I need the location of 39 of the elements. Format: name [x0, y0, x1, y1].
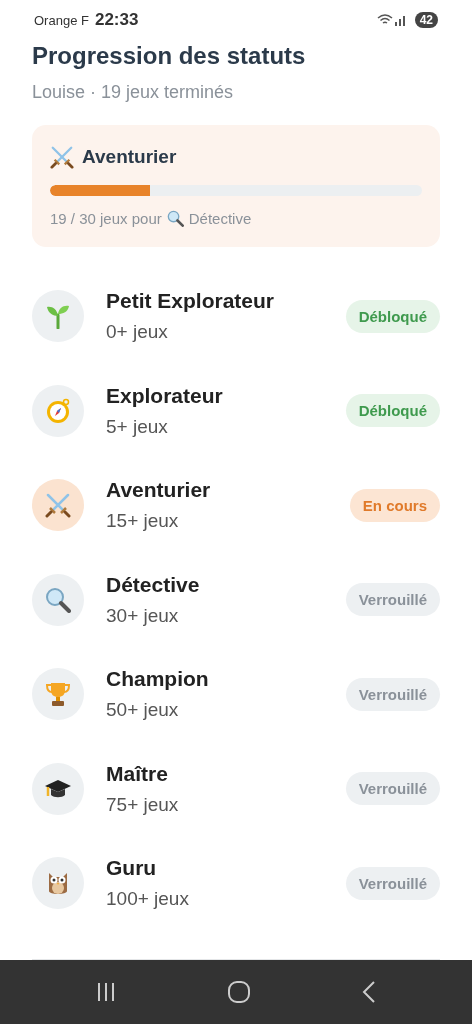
page-title: Progression des statuts — [32, 42, 307, 70]
progress-text: 19 / 30 jeux pour — [50, 210, 162, 227]
crossed-swords-icon — [50, 145, 74, 169]
games-required: 5+ jeux — [106, 415, 169, 438]
crossed-swords-icon — [45, 492, 71, 519]
games-required: 15+ jeux — [106, 510, 180, 533]
status-badge: Verrouillé — [345, 866, 440, 900]
status-name: Détective — [106, 572, 201, 597]
status-name: Champion — [106, 667, 210, 692]
status-name: Guru — [106, 856, 158, 881]
status-badge: Verrouillé — [345, 677, 440, 711]
carrier-name: Orange F — [34, 12, 89, 28]
games-required: 100+ jeux — [106, 888, 190, 911]
clock-time: 22:33 — [94, 10, 139, 30]
status-badge: Débloqué — [345, 299, 440, 333]
status-name: Explorateur — [106, 383, 224, 408]
status-badge: Débloqué — [345, 394, 440, 428]
battery-level: 42 — [414, 12, 438, 28]
next-status-name: Détective — [188, 210, 252, 227]
home-icon[interactable] — [228, 981, 250, 1003]
status-name: Maître — [106, 761, 169, 786]
status-badge: Verrouillé — [345, 583, 440, 617]
games-required: 75+ jeux — [106, 793, 180, 816]
back-icon[interactable] — [360, 981, 377, 1003]
compass-icon — [45, 397, 71, 424]
search-icon — [166, 210, 184, 227]
games-required: 50+ jeux — [106, 699, 180, 722]
current-status-name: Aventurier — [82, 146, 177, 168]
search-icon — [45, 586, 71, 613]
player-summary: Louise · 19 jeux terminés — [32, 82, 235, 103]
status-badge: Verrouillé — [345, 772, 440, 806]
status-name: Aventurier — [106, 478, 212, 503]
status-badge: En cours — [349, 488, 440, 522]
trophy-icon — [45, 681, 71, 708]
games-required: 30+ jeux — [106, 604, 180, 627]
wifi-icon — [376, 14, 393, 26]
status-name: Petit Explorateur — [106, 289, 276, 314]
sprout-icon — [46, 303, 70, 330]
games-required: 0+ jeux — [106, 321, 169, 344]
